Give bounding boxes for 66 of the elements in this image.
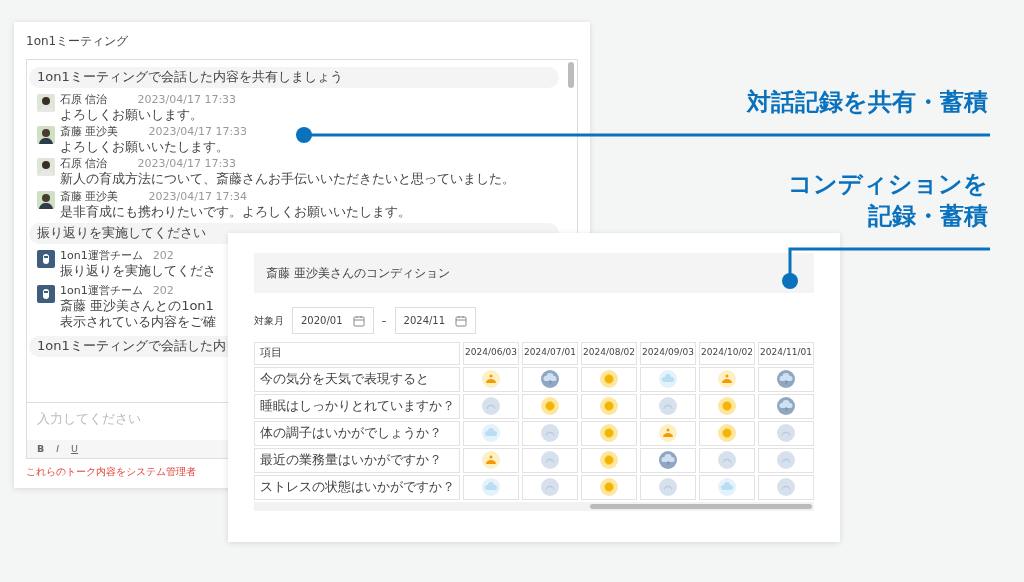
avatar-icon bbox=[37, 158, 55, 177]
column-header: 2024/08/02 bbox=[581, 342, 637, 365]
sender-name: 石原 信治 bbox=[60, 158, 108, 172]
sunrise-icon bbox=[659, 424, 677, 442]
message-time: 2023/04/17 17:33 bbox=[137, 93, 237, 107]
range-separator: – bbox=[381, 314, 387, 328]
sun-icon bbox=[600, 370, 618, 388]
sender-name: 1on1運営チーム bbox=[60, 285, 143, 299]
bot-icon bbox=[37, 285, 55, 304]
underline-button[interactable]: U bbox=[69, 441, 81, 456]
column-header: 2024/09/03 bbox=[640, 342, 696, 365]
avatar-icon bbox=[37, 93, 55, 112]
message-time: 2023/04/17 17:33 bbox=[137, 158, 237, 172]
sun-icon bbox=[718, 397, 736, 415]
sender-name: 1on1運営チーム bbox=[60, 249, 143, 263]
callout-heading: コンディションを記録・蓄積 bbox=[788, 169, 988, 233]
scrollbar-thumb[interactable] bbox=[590, 503, 812, 509]
bold-button[interactable]: B bbox=[35, 441, 47, 456]
avatar-icon bbox=[37, 190, 55, 209]
scrollbar-thumb[interactable] bbox=[568, 62, 574, 88]
date-field[interactable]: 2020/01 bbox=[292, 307, 374, 334]
column-header: 2024/11/01 bbox=[758, 342, 814, 365]
message-text: よろしくお願いします。 bbox=[60, 106, 204, 123]
window-title: 1on1ミーティング bbox=[26, 33, 130, 50]
column-header: 2024/06/03 bbox=[463, 342, 519, 365]
table-cell: 今の気分を天気で表現すると bbox=[254, 366, 460, 392]
table-cell: 体の調子はいかがでしょうか？ bbox=[254, 420, 460, 446]
table-cell: ストレスの状態はいかがですか？ bbox=[254, 474, 460, 500]
message-time: 2023/04/17 17:34 bbox=[148, 190, 248, 204]
sender-name: 斎藤 亜沙美 bbox=[60, 126, 119, 140]
sun-icon bbox=[600, 397, 618, 415]
sunrise-icon bbox=[482, 370, 500, 388]
sun-icon bbox=[718, 424, 736, 442]
avatar-icon bbox=[37, 126, 55, 145]
message-text: 表示されている内容をご確 bbox=[60, 313, 216, 329]
sun-icon bbox=[600, 451, 618, 469]
date-field[interactable]: 2024/11 bbox=[394, 307, 477, 334]
message-text: 振り返りを実施してくださ bbox=[60, 262, 216, 279]
table-cell: 最近の業務量はいかがですか？ bbox=[254, 447, 460, 473]
message-text: 是非育成にも携わりたいです。よろしくお願いいたします。 bbox=[60, 203, 411, 220]
message-time: 202 bbox=[152, 249, 174, 263]
table-cell: 睡眠はしっかりとれていますか？ bbox=[254, 393, 460, 419]
sun-icon bbox=[541, 397, 559, 415]
column-header: 2024/07/01 bbox=[522, 342, 578, 365]
callout-heading: 対話記録を共有・蓄積 bbox=[747, 87, 988, 118]
sender-name: 石原 信治 bbox=[60, 93, 108, 107]
sun-icon bbox=[600, 424, 618, 442]
sunrise-icon bbox=[482, 451, 500, 469]
calendar-icon bbox=[455, 314, 468, 327]
message-text: よろしくお願いいたします。 bbox=[60, 139, 230, 155]
condition-title: 斎藤 亜沙美さんのコンディション bbox=[254, 253, 814, 293]
message-text: 斎藤 亜沙美さんとの1on1 bbox=[60, 298, 215, 314]
sun-icon bbox=[600, 478, 618, 496]
notice-banner: 1on1ミーティングで会話した内容を共有しましょう bbox=[29, 67, 559, 88]
message-text: 新人の育成方法について、斎藤さんお手伝いいただきたいと思っていました。 bbox=[60, 171, 515, 187]
column-header: 項目 bbox=[254, 342, 460, 365]
bot-icon bbox=[37, 249, 55, 268]
message-time: 2023/04/17 17:33 bbox=[148, 126, 248, 140]
message-time: 202 bbox=[152, 285, 174, 299]
warning-note: これらのトーク内容をシステム管理者 bbox=[26, 465, 197, 479]
period-label: 対象月 bbox=[254, 314, 284, 328]
calendar-icon bbox=[352, 314, 365, 327]
italic-button[interactable]: I bbox=[54, 441, 62, 456]
column-header: 2024/10/02 bbox=[699, 342, 755, 365]
sunrise-icon bbox=[718, 370, 736, 388]
sender-name: 斎藤 亜沙美 bbox=[60, 190, 119, 204]
